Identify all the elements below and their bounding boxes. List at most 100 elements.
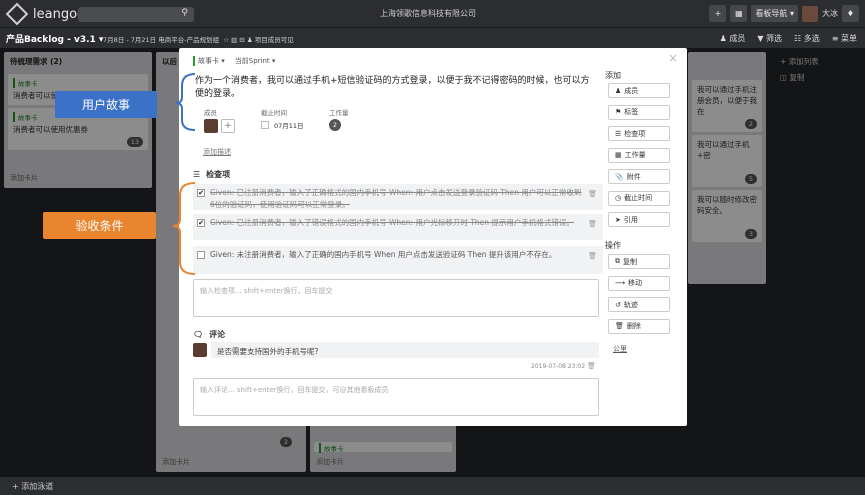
move-icon: ⟶: [615, 279, 626, 287]
add-members-button[interactable]: ♟ 成员: [608, 83, 670, 98]
button-label: 删除: [626, 322, 641, 330]
history-button[interactable]: ↺ 轨迹: [608, 297, 670, 312]
button-label: 复制: [623, 257, 637, 266]
button-label: 引用: [623, 215, 638, 224]
sprint-label: 当前Sprint: [234, 57, 270, 65]
members-button[interactable]: ♟ 成员: [720, 33, 746, 44]
multi-label: 多选: [803, 34, 820, 43]
checklist-input[interactable]: 输入检查项... shift+enter换行，回车提交: [193, 279, 599, 317]
sprint-range: 7月8日 - 7月21日 电商平台-产品规划组 ☆ ▥ ⊟ ♟ 项目成员可见: [103, 36, 294, 44]
multi-select-button[interactable]: ☷ 多选: [794, 33, 820, 44]
comment-time: 2019-07-08 23:02: [531, 363, 586, 370]
grid-icon[interactable]: ▦: [730, 5, 748, 22]
workload-label: 工作量: [329, 109, 349, 117]
comment-bubble: 是否需要支持国外的手机号呢?: [211, 342, 599, 358]
comment-avatar[interactable]: [193, 343, 207, 357]
actions-section-title: 操作: [605, 241, 621, 250]
comment-input[interactable]: 输入评论... shift+enter换行，回车提交，可@其他看板成员: [193, 378, 599, 416]
button-label: 轨迹: [623, 300, 638, 309]
notification-bell-icon[interactable]: ♦: [842, 5, 859, 22]
comment-trash-icon[interactable]: 🗑: [587, 362, 681, 370]
search-input[interactable]: ⚲: [78, 7, 194, 22]
attachment-icon: 📎: [615, 172, 624, 181]
card-type-dropdown[interactable]: 故事卡 ▾: [193, 56, 225, 66]
checklist-text: Given: 已注册消费者，输入了错误格式的国内手机号 When: 用户光标移开…: [210, 218, 574, 227]
members-visible-label[interactable]: 项目成员可见: [255, 36, 294, 44]
add-description-link[interactable]: 添加描述: [203, 147, 231, 157]
delete-icon: 🗑: [615, 322, 624, 330]
board-title-text: 产品Backlog - v3.1: [6, 35, 96, 45]
button-label: 成员: [624, 86, 639, 95]
close-icon[interactable]: ×: [668, 51, 678, 65]
due-value[interactable]: 07月11日: [274, 120, 304, 130]
button-label: 截止时间: [624, 194, 653, 202]
checklist-checkbox[interactable]: ✔: [197, 189, 205, 197]
copy-icon: ⧉: [615, 257, 620, 265]
button-label: 附件: [626, 172, 641, 181]
delete-button[interactable]: 🗑 删除: [608, 318, 670, 334]
copy-button[interactable]: ⧉ 复制: [608, 254, 670, 269]
trash-icon[interactable]: 🗑: [588, 188, 597, 200]
labels-icon: ⚑: [615, 108, 622, 116]
checklist-text: Given: 已注册消费者，输入了正确格式的国内手机号 When: 用户点击发送…: [210, 188, 582, 209]
reference-icon: ➤: [615, 215, 621, 224]
workload-icon: ▦: [615, 151, 622, 159]
filter-button[interactable]: ▼ 筛选: [757, 33, 782, 44]
add-reference-button[interactable]: ➤ 引用: [608, 212, 670, 227]
due-date-icon: ◷: [615, 194, 622, 202]
board-tools: ♟ 成员 ▼ 筛选 ☷ 多选 ≡ 菜单: [720, 33, 857, 44]
comment-title: 评论: [209, 330, 226, 339]
checklist-checkbox[interactable]: [197, 251, 205, 259]
search-icon[interactable]: ⚲: [181, 8, 188, 18]
filter-label: 筛选: [766, 34, 783, 43]
add-member-icon[interactable]: +: [221, 119, 235, 133]
add-workload-button[interactable]: ▦ 工作量: [608, 147, 670, 163]
share-link[interactable]: 公里: [613, 344, 627, 354]
checklist-text: Given: 未注册消费者，输入了正确的国内手机号 When 用户点击发送验证码…: [210, 250, 557, 259]
checklist-checkbox[interactable]: ✔: [197, 219, 205, 227]
add-lane-button[interactable]: + 添加泳道: [0, 477, 865, 495]
user-avatar[interactable]: [802, 5, 818, 22]
checklist-header: ☰ 检查项: [193, 169, 230, 180]
comment-header: 🗨 评论: [193, 329, 225, 340]
user-name[interactable]: 大冰: [822, 8, 838, 19]
comment-text: 是否需要支持国外的手机号呢?: [217, 347, 319, 356]
logo[interactable]: leangoo: [5, 2, 85, 26]
menu-label: 菜单: [841, 34, 857, 43]
button-label: 移动: [628, 279, 643, 287]
card-detail-modal: × 故事卡 ▾ 当前Sprint ▾ 作为一个消费者，我可以通过手机+短信验证码…: [179, 48, 687, 426]
modal-meta: 故事卡 ▾ 当前Sprint ▾: [193, 56, 275, 66]
checklist-item[interactable]: ✔ Given: 已注册消费者，输入了错误格式的国内手机号 When: 用户光标…: [193, 214, 603, 240]
sprint-range-text: 7月8日 - 7月21日 电商平台-产品规划组: [103, 36, 220, 44]
checklist-icon: ☰: [193, 170, 201, 179]
move-button[interactable]: ⟶ 移动: [608, 275, 670, 291]
trash-icon[interactable]: 🗑: [588, 218, 597, 230]
checklist-item[interactable]: ✔ Given: 已注册消费者，输入了正确格式的国内手机号 When: 用户点击…: [193, 184, 603, 210]
story-title[interactable]: 作为一个消费者，我可以通过手机+短信验证码的方式登录，以便于我不记得密码的时候，…: [195, 75, 592, 101]
button-label: 工作量: [624, 151, 646, 159]
add-labels-button[interactable]: ⚑ 标签: [608, 104, 670, 120]
members-visible-icon[interactable]: ♟: [247, 36, 253, 44]
board-nav-label: 看板导航: [755, 9, 788, 18]
board-title[interactable]: 产品Backlog - v3.1 ▾: [6, 32, 103, 45]
add-due-date-button[interactable]: ◷ 截止时间: [608, 190, 670, 206]
button-label: 标签: [624, 108, 639, 116]
workload-badge[interactable]: 2: [329, 119, 341, 131]
add-checklist-button[interactable]: ☰ 检查项: [608, 126, 670, 141]
menu-button[interactable]: ≡ 菜单: [832, 33, 857, 44]
board-nav-button[interactable]: 看板导航 ▾: [751, 5, 798, 22]
top-right-actions: + ▦ 看板导航 ▾ 大冰 ♦: [709, 5, 859, 22]
button-label: 检查项: [624, 129, 646, 138]
checklist-item[interactable]: Given: 未注册消费者，输入了正确的国内手机号 When 用户点击发送验证码…: [193, 246, 603, 274]
add-attachment-button[interactable]: 📎 附件: [608, 169, 670, 184]
trash-icon[interactable]: 🗑: [588, 250, 597, 262]
members-label: 成员: [729, 34, 746, 43]
add-button[interactable]: +: [709, 5, 727, 22]
add-section-title: 添加: [605, 71, 621, 80]
due-checkbox[interactable]: [261, 121, 269, 129]
member-avatar[interactable]: [204, 119, 218, 133]
history-icon: ↺: [615, 300, 621, 309]
sprint-dropdown[interactable]: 当前Sprint ▾: [235, 56, 276, 66]
members-icon: ♟: [615, 86, 622, 95]
company-name[interactable]: 上海领歌信息科技有限公司: [380, 8, 476, 19]
